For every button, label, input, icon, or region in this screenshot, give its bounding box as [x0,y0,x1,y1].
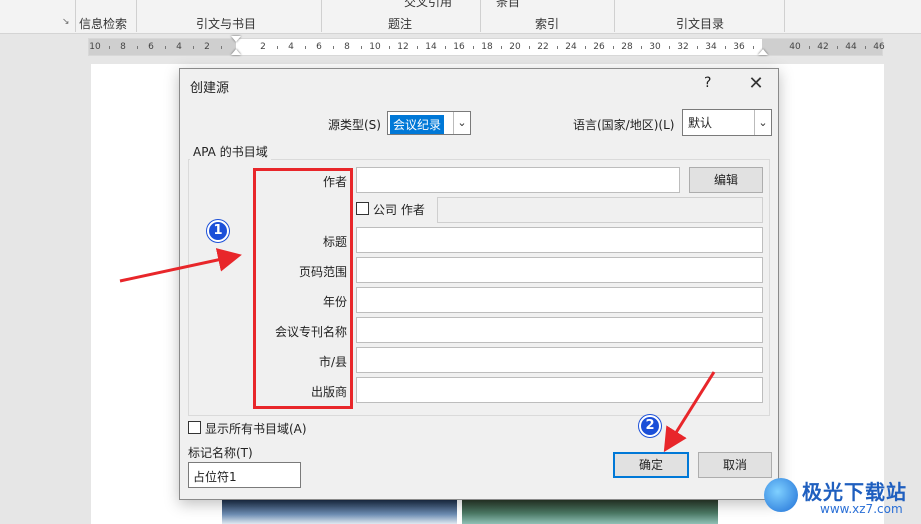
annotation-arrows [119,248,716,453]
arrow-1-icon [119,248,242,283]
watermark-logo-icon [764,478,798,512]
watermark-text: 极光下载站 [802,480,907,504]
watermark-url: www.xz7.com [820,502,903,516]
arrow-2-icon [663,371,716,453]
watermark: 极光下载站 www.xz7.com [760,468,920,524]
